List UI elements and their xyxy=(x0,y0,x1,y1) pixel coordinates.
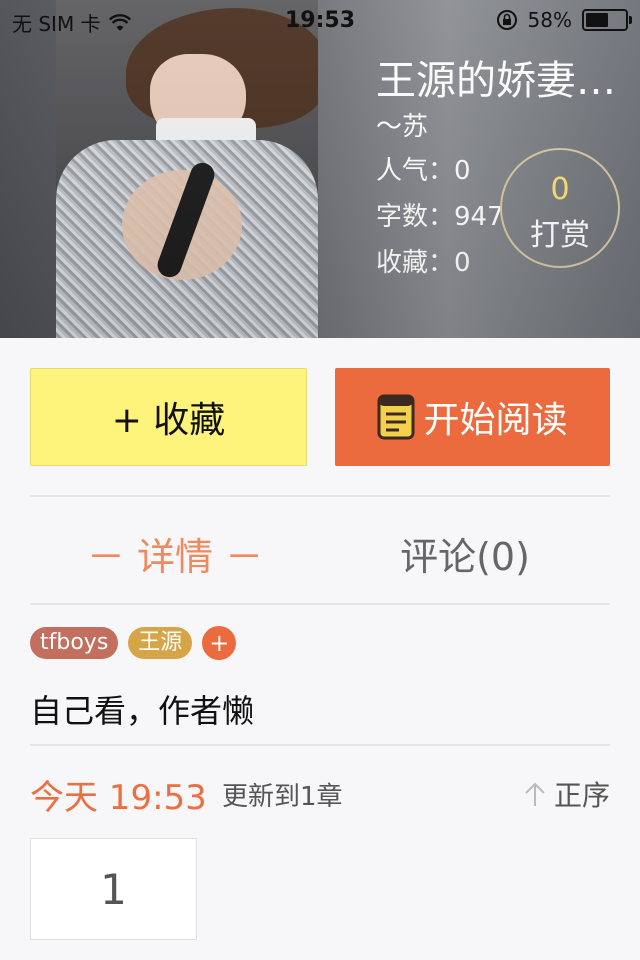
book-title: 王源的娇妻… xyxy=(376,58,616,104)
word-count-label: 字数： xyxy=(376,202,455,232)
sort-order-label: 正序 xyxy=(553,779,610,812)
tag-wangyuan[interactable]: 王源 xyxy=(128,627,193,659)
tip-button[interactable]: 0 打赏 xyxy=(500,148,620,268)
tip-count: 0 xyxy=(550,172,570,207)
chapter-item[interactable]: 1 xyxy=(30,838,197,940)
start-reading-button[interactable]: 开始阅读 xyxy=(335,368,610,466)
battery-percent: 58% xyxy=(527,8,572,32)
status-bar: 无 SIM 卡 19:53 58% xyxy=(0,0,640,40)
start-reading-label: 开始阅读 xyxy=(423,400,568,441)
tip-label: 打赏 xyxy=(530,218,590,253)
rotation-lock-icon xyxy=(496,10,517,30)
book-header: 无 SIM 卡 19:53 58% 王源的娇妻… ～苏 人气：0 字数：947 … xyxy=(0,0,640,338)
arrow-up-icon xyxy=(525,782,545,806)
book-author[interactable]: ～苏 xyxy=(376,106,428,143)
favorites-stat: 收藏：0 xyxy=(376,242,471,279)
popularity-label: 人气： xyxy=(376,156,455,186)
popularity-value: 0 xyxy=(454,156,471,186)
favorites-label: 收藏： xyxy=(376,248,455,278)
favorites-value: 0 xyxy=(454,248,471,278)
tag-list: tfboys 王源 + xyxy=(30,626,237,660)
tab-detail[interactable]: － 详情 － xyxy=(30,526,320,581)
word-count-stat: 字数：947 xyxy=(376,196,504,233)
divider xyxy=(30,495,610,497)
sort-order-toggle[interactable]: 正序 xyxy=(524,774,610,814)
divider xyxy=(30,603,610,605)
battery-icon xyxy=(582,9,632,31)
update-time: 今天 19:53 xyxy=(30,778,207,818)
add-favorite-label: + 收藏 xyxy=(111,400,226,441)
tab-comments[interactable]: 评论(0) xyxy=(320,526,610,581)
add-favorite-button[interactable]: + 收藏 xyxy=(30,368,307,466)
divider xyxy=(30,744,610,746)
tag-tfboys[interactable]: tfboys xyxy=(30,627,119,659)
book-icon xyxy=(377,394,415,440)
book-cover-image[interactable] xyxy=(56,0,318,338)
popularity-stat: 人气：0 xyxy=(376,150,471,187)
word-count-value: 947 xyxy=(454,202,504,232)
add-tag-button[interactable]: + xyxy=(202,626,237,660)
book-description: 自己看，作者懒 xyxy=(30,692,255,730)
update-status: 更新到1章 xyxy=(222,782,343,812)
